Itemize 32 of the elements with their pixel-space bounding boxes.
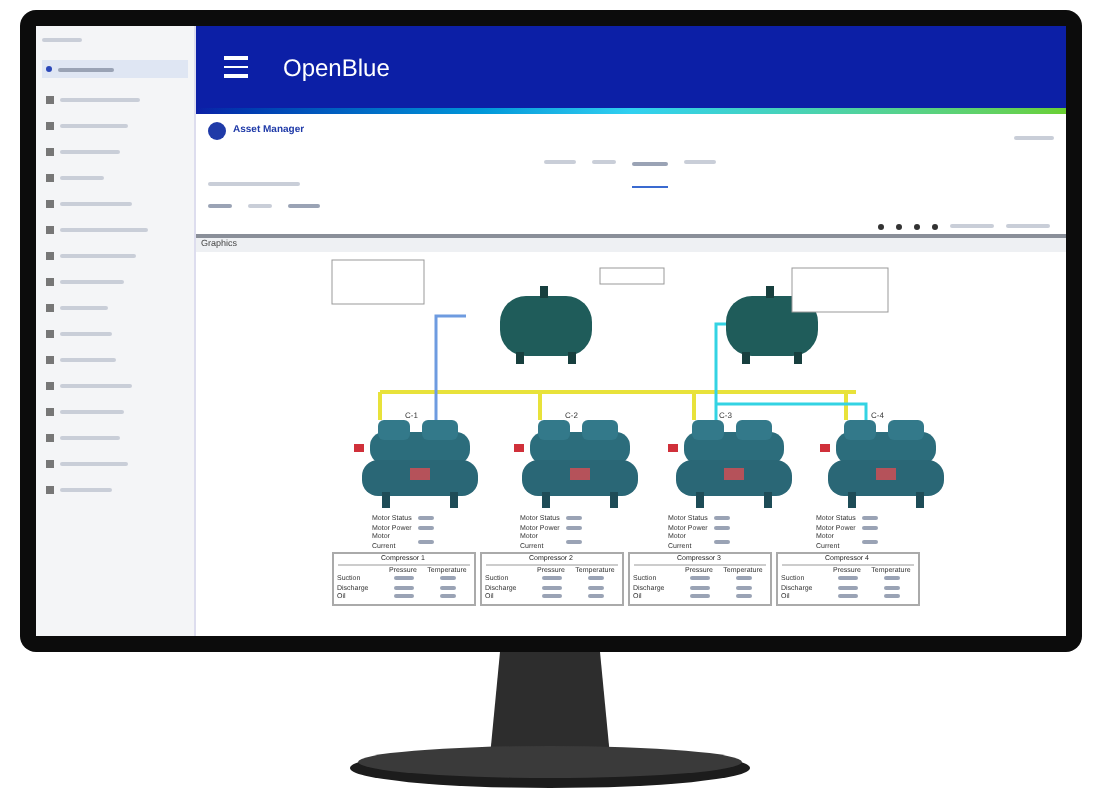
asset-icon: [207, 122, 225, 140]
building-icon: [45, 148, 53, 156]
building-icon: [45, 408, 53, 416]
building-icon: [45, 486, 53, 494]
building-icon: [45, 174, 53, 182]
building-icon: [45, 356, 53, 364]
compressor-drawing: [819, 420, 943, 508]
building-icon: [45, 304, 53, 312]
building-icon: [45, 200, 53, 208]
compressor-drawing: [667, 420, 791, 508]
building-icon: [45, 382, 53, 390]
toolbar-icon[interactable]: [877, 223, 883, 229]
building-icon: [45, 460, 53, 468]
building-icon: [45, 122, 53, 130]
info-box: [790, 267, 888, 313]
compressor-drawing: [513, 420, 637, 508]
tank-drawing: [725, 286, 817, 364]
toolbar-icon[interactable]: [913, 223, 919, 229]
tank-drawing: [499, 286, 591, 364]
info-box: [330, 259, 424, 305]
info-box: [598, 267, 664, 285]
compressor-drawing: [353, 420, 477, 508]
brand-title: OpenBlue: [283, 51, 390, 85]
building-icon: [45, 278, 53, 286]
building-icon: [45, 434, 53, 442]
building-icon: [45, 96, 53, 104]
toolbar-icon[interactable]: [931, 223, 937, 229]
building-icon: [45, 330, 53, 338]
menu-icon[interactable]: [223, 56, 247, 78]
toolbar-icon[interactable]: [895, 223, 901, 229]
building-icon: [45, 226, 53, 234]
building-icon: [45, 252, 53, 260]
